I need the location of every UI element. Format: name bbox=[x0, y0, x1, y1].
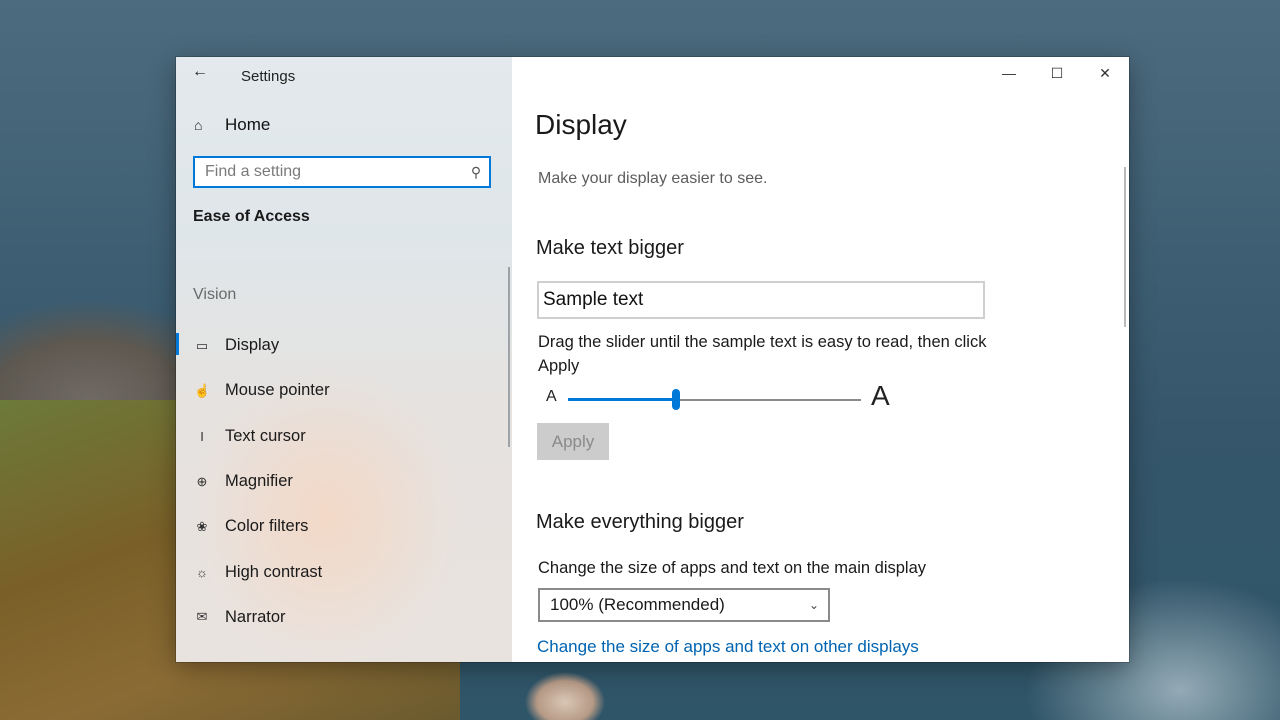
page-title: Display bbox=[535, 109, 627, 140]
sidebar-item-label: Mouse pointer bbox=[225, 381, 330, 400]
slider-fill bbox=[568, 398, 677, 401]
selected-indicator bbox=[176, 333, 179, 355]
settings-window: ← Settings ⌂ Home ⚲ Ease of Access Visio… bbox=[176, 57, 1129, 662]
section-title: Ease of Access bbox=[193, 208, 310, 225]
search-input[interactable] bbox=[195, 162, 463, 182]
apply-button[interactable]: Apply bbox=[537, 423, 609, 460]
maximize-button[interactable]: ☐ bbox=[1034, 61, 1080, 85]
narrator-icon: ✉ bbox=[196, 609, 208, 625]
content-scrollbar[interactable] bbox=[1124, 167, 1126, 327]
slider-thumb[interactable] bbox=[672, 389, 681, 410]
palette-icon: ❀ bbox=[196, 518, 208, 534]
sidebar-item-label: Narrator bbox=[225, 607, 286, 626]
sample-text-box: Sample text bbox=[537, 281, 985, 319]
everything-bigger-heading: Make everything bigger bbox=[536, 511, 744, 533]
pointer-hand-icon: ☝ bbox=[194, 382, 211, 398]
search-box: ⚲ bbox=[193, 156, 491, 188]
sidebar-item-narrator[interactable]: ✉ Narrator bbox=[176, 595, 512, 640]
app-title: Settings bbox=[241, 68, 296, 85]
sidebar-home-label: Home bbox=[225, 115, 271, 134]
wallpaper-figure bbox=[520, 662, 610, 720]
sidebar: ← Settings ⌂ Home ⚲ Ease of Access Visio… bbox=[176, 57, 512, 662]
slider-instruction: Drag the slider until the sample text is… bbox=[538, 333, 987, 375]
slider-min-label: A bbox=[546, 388, 557, 405]
sidebar-item-text-cursor[interactable]: I Text cursor bbox=[176, 414, 512, 459]
brightness-icon: ☼ bbox=[196, 564, 208, 580]
home-icon: ⌂ bbox=[194, 117, 203, 133]
sidebar-item-label: Text cursor bbox=[225, 426, 306, 445]
slider-max-label: A bbox=[871, 380, 890, 411]
sidebar-scrollbar[interactable] bbox=[508, 267, 510, 447]
chevron-down-icon: ⌄ bbox=[808, 598, 820, 612]
close-button[interactable]: ✕ bbox=[1082, 61, 1128, 85]
text-size-slider[interactable]: A A bbox=[538, 380, 898, 413]
scale-description: Change the size of apps and text on the … bbox=[538, 559, 926, 577]
sidebar-item-display[interactable]: ▭ Display bbox=[176, 323, 512, 368]
magnifier-icon: ⊕ bbox=[196, 473, 208, 489]
text-bigger-heading: Make text bigger bbox=[536, 237, 684, 259]
sidebar-item-label: Display bbox=[225, 336, 280, 355]
sidebar-item-label: Color filters bbox=[225, 517, 309, 536]
page-subtitle: Make your display easier to see. bbox=[538, 170, 768, 187]
main-content: — ☐ ✕ Display Make your display easier t… bbox=[512, 57, 1129, 662]
sidebar-item-mouse-pointer[interactable]: ☝ Mouse pointer bbox=[176, 368, 512, 413]
monitor-icon: ▭ bbox=[195, 337, 209, 353]
sidebar-item-magnifier[interactable]: ⊕ Magnifier bbox=[176, 459, 512, 504]
text-cursor-icon: I bbox=[200, 428, 204, 444]
other-displays-link[interactable]: Change the size of apps and text on othe… bbox=[537, 637, 919, 657]
sidebar-item-label: High contrast bbox=[225, 562, 323, 581]
sidebar-home[interactable]: ⌂ Home bbox=[194, 115, 270, 135]
sidebar-item-label: Magnifier bbox=[225, 472, 293, 491]
sidebar-item-high-contrast[interactable]: ☼ High contrast bbox=[176, 549, 512, 594]
group-title-vision: Vision bbox=[193, 286, 237, 303]
sidebar-nav: ▭ Display ☝ Mouse pointer I Text cursor … bbox=[176, 323, 512, 640]
sidebar-item-color-filters[interactable]: ❀ Color filters bbox=[176, 504, 512, 549]
search-icon[interactable]: ⚲ bbox=[463, 164, 489, 181]
minimize-button[interactable]: — bbox=[986, 61, 1032, 85]
scale-dropdown-value: 100% (Recommended) bbox=[550, 595, 725, 614]
scale-dropdown[interactable]: 100% (Recommended) ⌄ bbox=[538, 588, 830, 622]
back-arrow-icon[interactable]: ← bbox=[192, 63, 208, 81]
